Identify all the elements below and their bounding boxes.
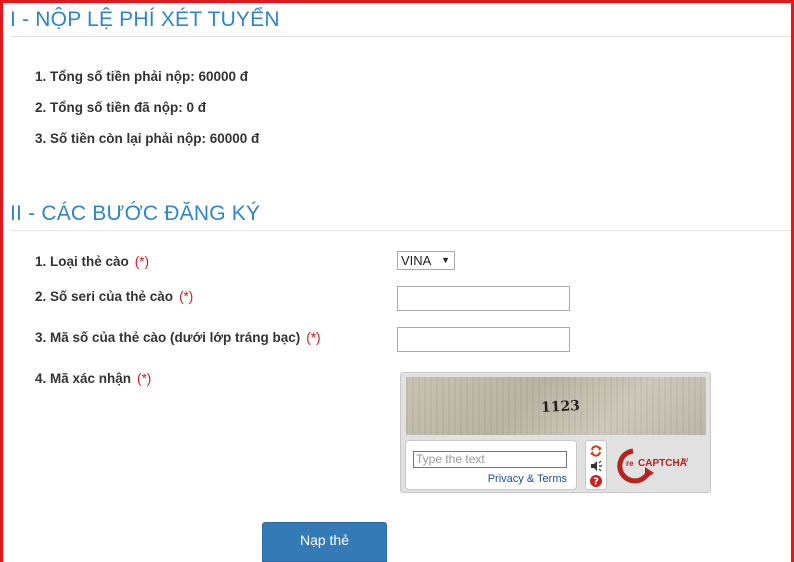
submit-button[interactable]: Nạp thẻ bbox=[262, 522, 387, 562]
section-title-steps: II - CÁC BƯỚC ĐĂNG KÝ bbox=[10, 202, 261, 225]
captcha-links: Privacy & Terms bbox=[488, 473, 567, 485]
ampersand: & bbox=[526, 473, 535, 485]
refresh-icon[interactable] bbox=[589, 444, 603, 458]
captcha-label: 4. Mã xác nhận (*) bbox=[35, 371, 151, 386]
required-mark: (*) bbox=[137, 371, 152, 386]
logo-text: CAPTCHA bbox=[638, 458, 687, 469]
serial-label-text: 2. Số seri của thẻ cào bbox=[35, 289, 174, 304]
card-code-label: 3. Mã số của thẻ cào (dưới lớp tráng bạc… bbox=[35, 330, 321, 345]
logo-prefix: re bbox=[626, 459, 634, 468]
captcha-challenge-image: 1123 bbox=[406, 377, 706, 435]
logo-tm: TM bbox=[681, 458, 689, 464]
required-mark: (*) bbox=[179, 289, 194, 304]
total-paid-line: 2. Tổng số tiền đã nộp: 0 đ bbox=[35, 100, 206, 115]
card-type-selected-value: VINA bbox=[401, 253, 432, 268]
serial-label: 2. Số seri của thẻ cào (*) bbox=[35, 289, 193, 304]
card-code-label-text: 3. Mã số của thẻ cào (dưới lớp tráng bạc… bbox=[35, 330, 301, 345]
svg-text:?: ? bbox=[593, 477, 599, 488]
audio-icon[interactable] bbox=[589, 459, 603, 473]
captcha-control-buttons: ? bbox=[585, 440, 607, 490]
card-type-select[interactable]: VINA ▼ bbox=[397, 251, 455, 270]
captcha-response-input[interactable]: Type the text bbox=[413, 451, 567, 468]
remaining-line: 3. Số tiền còn lại phải nộp: 60000 đ bbox=[35, 131, 260, 146]
card-code-input[interactable] bbox=[397, 327, 570, 352]
section-title-fee: I - NỘP LỆ PHÍ XÉT TUYỂN bbox=[10, 8, 280, 31]
privacy-link[interactable]: Privacy bbox=[488, 473, 524, 485]
required-mark: (*) bbox=[134, 254, 150, 269]
dropdown-arrow-icon: ▼ bbox=[441, 255, 450, 265]
divider bbox=[10, 230, 791, 231]
divider bbox=[10, 36, 791, 37]
captcha-challenge-text: 1123 bbox=[540, 397, 581, 417]
terms-link[interactable]: Terms bbox=[537, 473, 567, 485]
recaptcha-widget: 1123 Type the text Privacy & Terms ? re … bbox=[400, 372, 711, 493]
card-type-label: 1. Loại thẻ cào (*) bbox=[35, 254, 149, 269]
help-icon[interactable]: ? bbox=[589, 474, 603, 488]
captcha-response-panel: Type the text Privacy & Terms bbox=[405, 440, 577, 490]
recaptcha-logo: re CAPTCHA TM bbox=[615, 443, 710, 489]
required-mark: (*) bbox=[306, 330, 321, 345]
captcha-label-text: 4. Mã xác nhận bbox=[35, 371, 132, 386]
card-type-label-text: 1. Loại thẻ cào bbox=[35, 254, 129, 269]
serial-input[interactable] bbox=[397, 286, 570, 311]
total-required-line: 1. Tổng số tiền phải nộp: 60000 đ bbox=[35, 69, 249, 84]
